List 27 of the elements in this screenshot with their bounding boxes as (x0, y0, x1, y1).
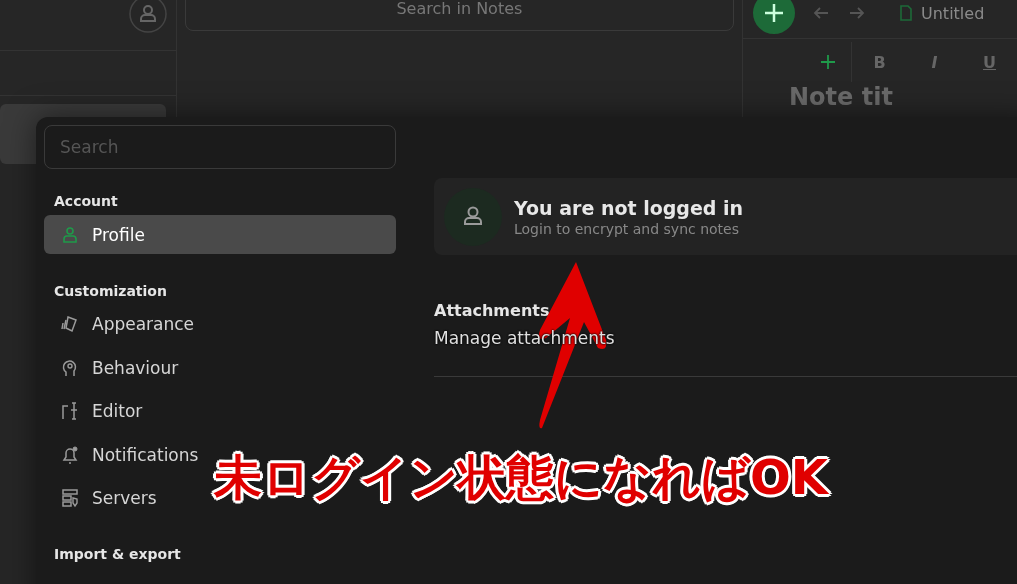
note-tab[interactable]: Untitled (899, 3, 985, 23)
annotation-text: 未ログイン状態になればOK (214, 448, 828, 507)
person-icon (60, 224, 80, 245)
document-icon (899, 5, 913, 21)
bell-icon (60, 444, 80, 465)
group-heading: Account (53, 192, 119, 211)
text-cursor-icon (60, 401, 80, 421)
add-button[interactable] (753, 0, 795, 34)
sidebar-item[interactable]: Appearance (44, 304, 211, 344)
sidebar-item[interactable]: Servers (44, 478, 173, 518)
tab-title: Untitled (921, 3, 985, 23)
server-icon (60, 488, 80, 508)
profile-subtitle: Login to encrypt and sync notes (514, 220, 740, 237)
note-title: Note tit (788, 83, 893, 111)
avatar-icon[interactable] (127, 0, 168, 34)
cards-icon (60, 314, 80, 334)
sidebar-item[interactable]: Behaviour (44, 348, 195, 387)
plus-icon[interactable] (821, 55, 835, 69)
group-heading: Import & export (53, 545, 182, 564)
search-field[interactable]: Search (44, 125, 396, 169)
group-heading: Customization (53, 281, 168, 301)
sidebar-item[interactable]: Editor (44, 391, 159, 431)
section-heading: Attachments (434, 301, 551, 320)
profile-title: You are not logged in (514, 196, 744, 219)
sidebar-item[interactable]: Profile (44, 215, 396, 254)
avatar-icon (444, 187, 502, 246)
profile-card[interactable]: You are not logged in Login to encrypt and sync notes (434, 178, 1017, 255)
